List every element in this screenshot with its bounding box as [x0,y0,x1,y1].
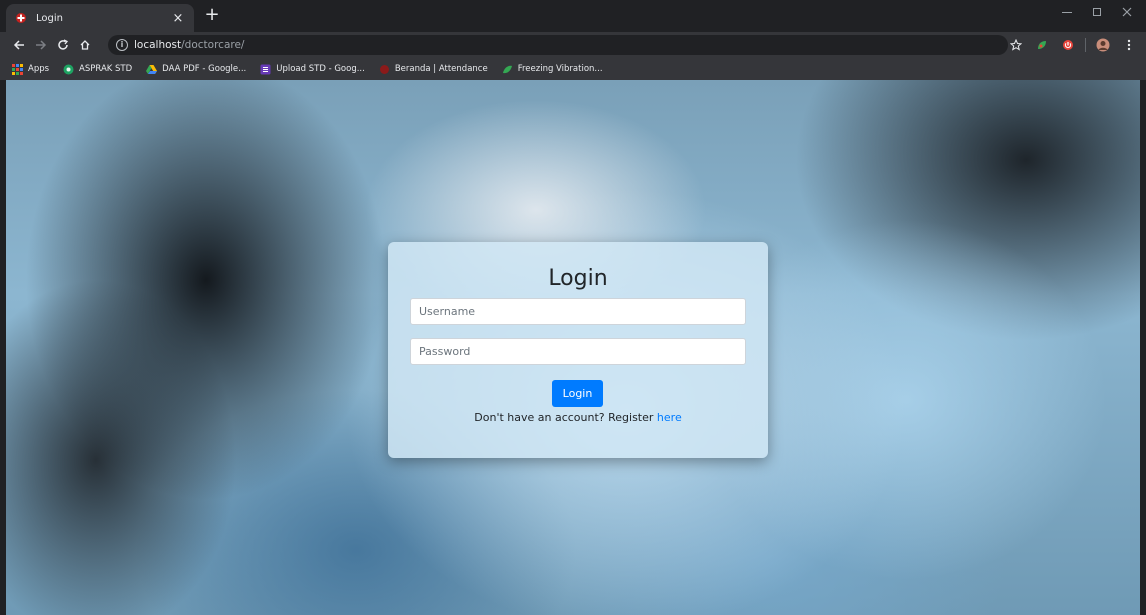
address-bar[interactable]: i localhost /doctorcare/ [108,35,1008,55]
tab-title: Login [36,12,63,24]
browser-tab[interactable]: Login × [6,4,194,32]
close-window-icon[interactable] [1114,3,1140,23]
bookmark-upload-std[interactable]: Upload STD - Goog... [260,64,365,75]
browser-toolbar: i localhost /doctorcare/ [0,32,1146,58]
tab-favicon-icon [14,11,28,25]
bookmark-daa-pdf[interactable]: DAA PDF - Google... [146,64,246,75]
bookmark-label: Beranda | Attendance [394,64,488,74]
minimize-icon[interactable] [1054,3,1080,23]
freezing-favicon-icon [502,65,512,73]
login-title: Login [548,266,608,291]
site-info-icon[interactable]: i [116,39,128,51]
back-arrow-icon[interactable] [8,34,30,56]
login-button[interactable]: Login [552,380,603,407]
extension-power-icon[interactable] [1059,36,1077,54]
bookmark-freezing-vibration[interactable]: Freezing Vibration... [502,64,603,75]
bookmark-asprak-std[interactable]: ASPRAK STD [63,64,132,75]
reload-icon[interactable] [52,34,74,56]
bookmark-apps[interactable]: Apps [12,63,50,75]
register-text: Don't have an account? Register [474,411,657,424]
bookmark-label: ASPRAK STD [79,64,133,74]
bookmark-beranda-attendance[interactable]: Beranda | Attendance [379,64,488,75]
bookmark-star-icon[interactable] [1007,36,1025,54]
google-forms-icon [260,64,271,74]
password-input[interactable] [410,338,746,365]
bookmarks-bar: Apps ASPRAK STD DAA PDF - Google... Uplo… [0,58,1146,80]
attendance-favicon-icon [379,64,389,74]
menu-kebab-icon[interactable] [1120,36,1138,54]
forward-arrow-icon[interactable] [30,34,52,56]
profile-avatar-icon[interactable] [1094,36,1112,54]
google-drive-icon [146,64,158,74]
register-prompt: Don't have an account? Register here [388,411,768,424]
login-card: Login Login Don't have an account? Regis… [388,242,768,458]
toolbar-actions [1007,35,1138,55]
tab-close-icon[interactable]: × [170,11,186,26]
aspraks-favicon-icon [63,64,74,74]
url-path: /doctorcare/ [181,39,245,51]
url-host: localhost [134,39,182,51]
bookmark-label: Upload STD - Goog... [276,64,365,74]
username-input[interactable] [410,298,746,325]
bookmark-label: DAA PDF - Google... [162,64,247,74]
apps-grid-icon [12,63,23,75]
register-link[interactable]: here [657,411,682,424]
toolbar-separator [1085,38,1086,52]
extension-leaf-icon[interactable] [1033,36,1051,54]
restore-icon[interactable] [1084,3,1110,23]
bookmark-label: Apps [28,64,50,74]
tab-strip: Login × + [0,0,1146,32]
new-tab-button[interactable]: + [202,6,222,26]
page-background: Login Login Don't have an account? Regis… [6,80,1140,615]
bookmark-label: Freezing Vibration... [517,64,603,74]
home-icon[interactable] [74,34,96,56]
